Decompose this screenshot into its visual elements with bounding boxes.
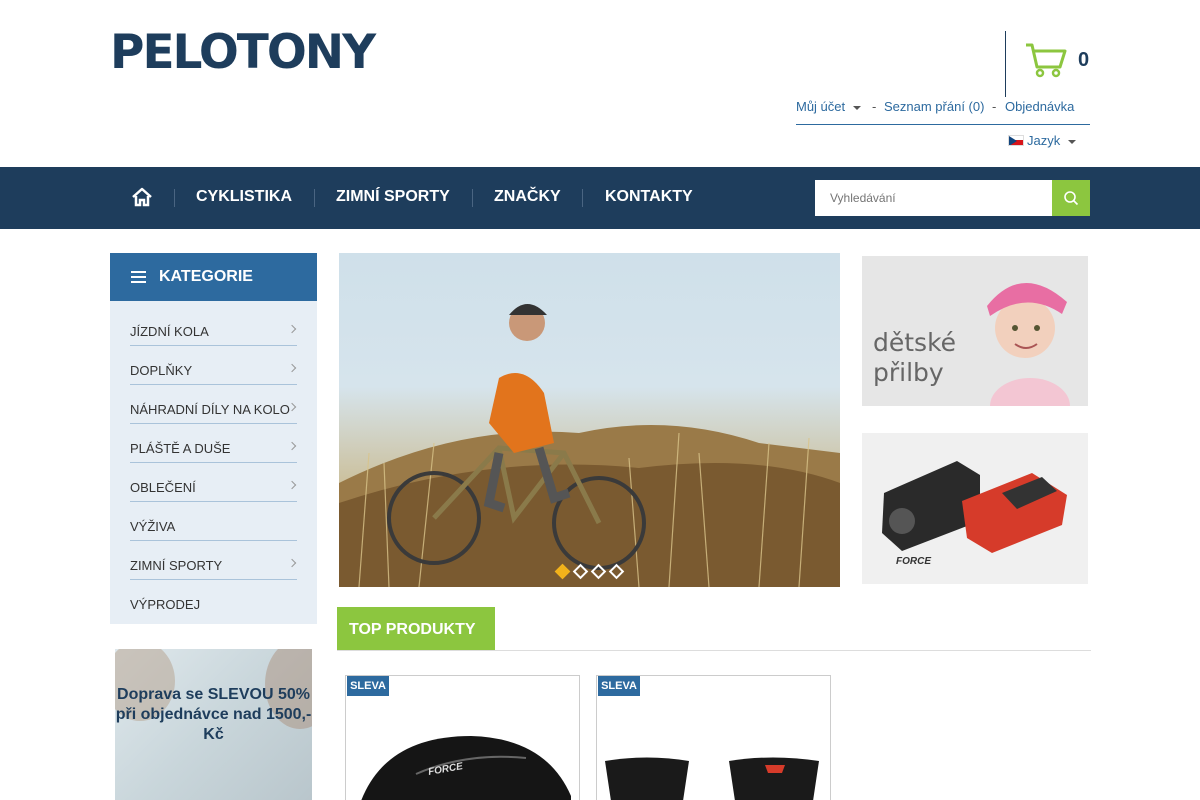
- separator: -: [992, 99, 997, 114]
- cart-icon: [1024, 41, 1068, 84]
- top-products-header: TOP PRODUKTY: [337, 607, 495, 650]
- divider: [337, 650, 1091, 651]
- category-item[interactable]: VÝŽIVA: [130, 502, 297, 541]
- chevron-right-icon: [287, 441, 297, 451]
- account-links: Můj účet - Seznam přání (0) - Objednávka: [796, 99, 1090, 125]
- search-input[interactable]: [815, 180, 1052, 216]
- menu-icon: [131, 271, 146, 283]
- chevron-right-icon: [287, 480, 297, 490]
- chevron-right-icon: [287, 558, 297, 568]
- chevron-right-icon: [287, 363, 297, 373]
- category-list: JÍZDNÍ KOLA DOPLŇKY NÁHRADNÍ DÍLY NA KOL…: [110, 301, 317, 624]
- category-item[interactable]: NÁHRADNÍ DÍLY NA KOLO: [130, 385, 297, 424]
- category-item[interactable]: VÝPRODEJ: [130, 580, 297, 619]
- force-logo-text: FORCE: [896, 556, 931, 567]
- nav-item-zimni-sporty[interactable]: ZIMNÍ SPORTY: [336, 188, 450, 206]
- category-label: ZIMNÍ SPORTY: [130, 558, 223, 573]
- chevron-right-icon: [287, 324, 297, 334]
- search-box: [815, 180, 1090, 216]
- category-item[interactable]: ZIMNÍ SPORTY: [130, 541, 297, 580]
- categories-title: KATEGORIE: [159, 268, 253, 285]
- separator: -: [872, 99, 877, 114]
- product-card[interactable]: SLEVA: [596, 675, 831, 800]
- category-label: DOPLŇKY: [130, 363, 193, 378]
- cart[interactable]: 0: [1005, 31, 1091, 97]
- search-button[interactable]: [1052, 180, 1090, 216]
- category-label: OBLEČENÍ: [130, 480, 196, 495]
- product-card[interactable]: SLEVA FORCE: [345, 675, 580, 800]
- category-label: JÍZDNÍ KOLA: [130, 324, 209, 339]
- hero-slider[interactable]: [339, 253, 840, 587]
- force-lights-banner[interactable]: FORCE: [862, 433, 1088, 584]
- language-selector[interactable]: Jazyk: [1008, 133, 1077, 148]
- category-label: VÝŽIVA: [130, 519, 176, 534]
- nav-divider: [314, 189, 315, 207]
- home-icon[interactable]: [131, 187, 153, 212]
- main-nav: CYKLISTIKA ZIMNÍ SPORTY ZNAČKY KONTAKTY: [0, 167, 1200, 229]
- category-item[interactable]: DOPLŇKY: [130, 346, 297, 385]
- nav-divider: [582, 189, 583, 207]
- logo-text: PELOTONY: [110, 25, 376, 80]
- page: PELOTONY 0 Můj účet - Seznam přání (0) -…: [0, 0, 1200, 800]
- category-item[interactable]: PLÁŠTĚ A DUŠE: [130, 424, 297, 463]
- categories-header: KATEGORIE: [110, 253, 317, 301]
- category-item[interactable]: JÍZDNÍ KOLA: [130, 307, 297, 346]
- kids-helmet-banner[interactable]: dětské přilby: [862, 256, 1088, 406]
- sale-badge: SLEVA: [347, 676, 389, 696]
- order-link[interactable]: Objednávka: [1005, 99, 1074, 114]
- category-label: NÁHRADNÍ DÍLY NA KOLO: [130, 402, 290, 417]
- chevron-down-icon: [1068, 139, 1077, 144]
- kids-helmet-text: dětské přilby: [873, 328, 957, 387]
- nav-item-znacky[interactable]: ZNAČKY: [494, 188, 561, 206]
- nav-divider: [472, 189, 473, 207]
- top-products-title: TOP PRODUKTY: [349, 621, 476, 638]
- wishlist-link[interactable]: Seznam přání (0): [884, 99, 984, 114]
- logo[interactable]: PELOTONY: [110, 25, 410, 80]
- category-item[interactable]: OBLEČENÍ: [130, 463, 297, 502]
- search-icon: [1064, 191, 1079, 206]
- promo-text: Doprava se SLEVOU 50% při objednávce nad…: [115, 686, 312, 743]
- sale-badge: SLEVA: [598, 676, 640, 696]
- nav-divider: [174, 189, 175, 207]
- nav-item-kontakty[interactable]: KONTAKTY: [605, 188, 693, 206]
- chevron-down-icon: [853, 105, 862, 110]
- account-link[interactable]: Můj účet: [796, 99, 862, 114]
- cyclist-photo: [339, 304, 840, 587]
- category-label: PLÁŠTĚ A DUŠE: [130, 441, 231, 456]
- language-label: Jazyk: [1027, 133, 1061, 148]
- category-label: VÝPRODEJ: [130, 597, 201, 612]
- czech-flag-icon: [1008, 135, 1024, 146]
- shipping-promo-banner[interactable]: Doprava se SLEVOU 50% při objednávce nad…: [115, 649, 312, 800]
- cart-count: 0: [1078, 49, 1090, 71]
- nav-item-cyklistika[interactable]: CYKLISTIKA: [196, 188, 292, 206]
- account-label: Můj účet: [796, 99, 846, 114]
